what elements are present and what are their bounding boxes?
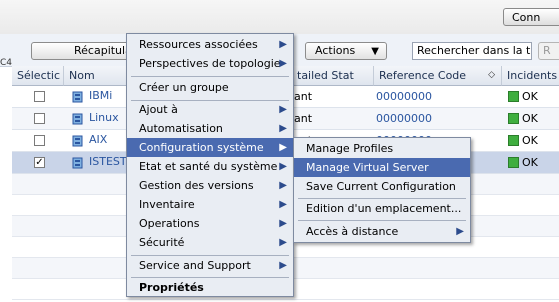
submenu-arrow-icon: ▶ [279, 260, 287, 271]
actions-menu-button[interactable]: Actions ▼ [305, 42, 387, 60]
submenu-arrow-icon: ▶ [279, 39, 287, 50]
system-icon [72, 91, 83, 103]
menu-item-inventory[interactable]: Inventaire ▶ [127, 195, 293, 214]
submenu-arrow-icon: ▶ [279, 58, 287, 69]
sort-icon: ◇ [488, 70, 495, 80]
submenu-arrow-icon: ▶ [279, 123, 287, 134]
menu-item-create-group[interactable]: Créer un groupe [127, 78, 293, 97]
detailed-status: ant [294, 112, 313, 125]
menu-item-topology-perspectives[interactable]: Perspectives de topologie ▶ [127, 54, 293, 73]
system-name-link[interactable]: IBMi [89, 89, 112, 102]
system-name-link[interactable]: AIX [89, 133, 107, 146]
reference-code-link[interactable]: 00000000 [376, 90, 432, 103]
submenu-arrow-icon: ▶ [279, 104, 287, 115]
menu-item-edit-location[interactable]: Edition d'un emplacement... [294, 199, 470, 218]
menu-item-system-configuration[interactable]: Configuration système ▶ [127, 138, 293, 157]
side-marker: C4 [0, 58, 13, 68]
ok-status-icon [508, 113, 519, 124]
menu-item-related-resources[interactable]: Ressources associées ▶ [127, 35, 293, 54]
ok-status-icon [508, 91, 519, 102]
dropdown-arrow-icon: ▼ [371, 46, 379, 57]
search-go-button[interactable]: R [538, 42, 559, 60]
submenu-arrow-icon: ▶ [279, 142, 287, 153]
incident-status: OK [508, 90, 538, 103]
row-select-checkbox[interactable] [34, 113, 45, 124]
incident-status: OK [508, 156, 538, 169]
ok-status-icon [508, 135, 519, 146]
top-bar: Conn [0, 0, 559, 35]
system-icon [72, 113, 83, 125]
connect-button[interactable]: Conn [503, 8, 559, 26]
menu-item-manage-virtual-server[interactable]: Manage Virtual Server [294, 158, 470, 177]
row-select-checkbox[interactable] [34, 91, 45, 102]
incident-status: OK [508, 112, 538, 125]
menu-item-remote-access[interactable]: Accès à distance ▶ [294, 222, 470, 241]
menu-separator [131, 76, 289, 77]
menu-item-add-to[interactable]: Ajout à ▶ [127, 100, 293, 119]
reference-code-link[interactable]: 00000000 [376, 112, 432, 125]
column-header-select[interactable]: Sélectic [12, 66, 64, 86]
menu-item-security[interactable]: Sécurité ▶ [127, 233, 293, 252]
row-select-checkbox-checked[interactable]: ✓ [34, 157, 45, 168]
submenu-arrow-icon: ▶ [279, 199, 287, 210]
system-icon [72, 135, 83, 147]
system-configuration-submenu: Manage Profiles Manage Virtual Server Sa… [293, 137, 471, 243]
actions-label: Actions [315, 44, 356, 57]
submenu-arrow-icon: ▶ [279, 237, 287, 248]
column-header-detailed-status[interactable]: tailed Stat [292, 66, 374, 86]
ok-status-icon [508, 157, 519, 168]
menu-item-properties[interactable]: Propriétés [127, 278, 293, 297]
submenu-arrow-icon: ▶ [456, 226, 464, 237]
menu-item-system-health[interactable]: Etat et santé du système ▶ [127, 157, 293, 176]
submenu-arrow-icon: ▶ [279, 161, 287, 172]
menu-separator [298, 220, 466, 221]
system-icon [72, 157, 83, 169]
menu-item-save-current-configuration[interactable]: Save Current Configuration [294, 177, 470, 196]
menu-item-automation[interactable]: Automatisation ▶ [127, 119, 293, 138]
menu-item-service-and-support[interactable]: Service and Support ▶ [127, 256, 293, 275]
detailed-status: ant [294, 90, 313, 103]
column-header-incidents[interactable]: Incidents [502, 66, 559, 86]
submenu-arrow-icon: ▶ [279, 218, 287, 229]
menu-item-version-management[interactable]: Gestion des versions ▶ [127, 176, 293, 195]
column-header-reference-code[interactable]: Reference Code ◇ [374, 66, 502, 86]
system-name-link[interactable]: ISTEST [89, 155, 127, 168]
incident-status: OK [508, 134, 538, 147]
menu-item-operations[interactable]: Operations ▶ [127, 214, 293, 233]
row-select-checkbox[interactable] [34, 135, 45, 146]
menu-item-manage-profiles[interactable]: Manage Profiles [294, 139, 470, 158]
context-menu: Ressources associées ▶ Perspectives de to… [126, 33, 294, 297]
submenu-arrow-icon: ▶ [279, 180, 287, 191]
system-name-link[interactable]: Linux [89, 111, 119, 124]
table-search-input[interactable]: Rechercher dans la ta [412, 42, 532, 60]
